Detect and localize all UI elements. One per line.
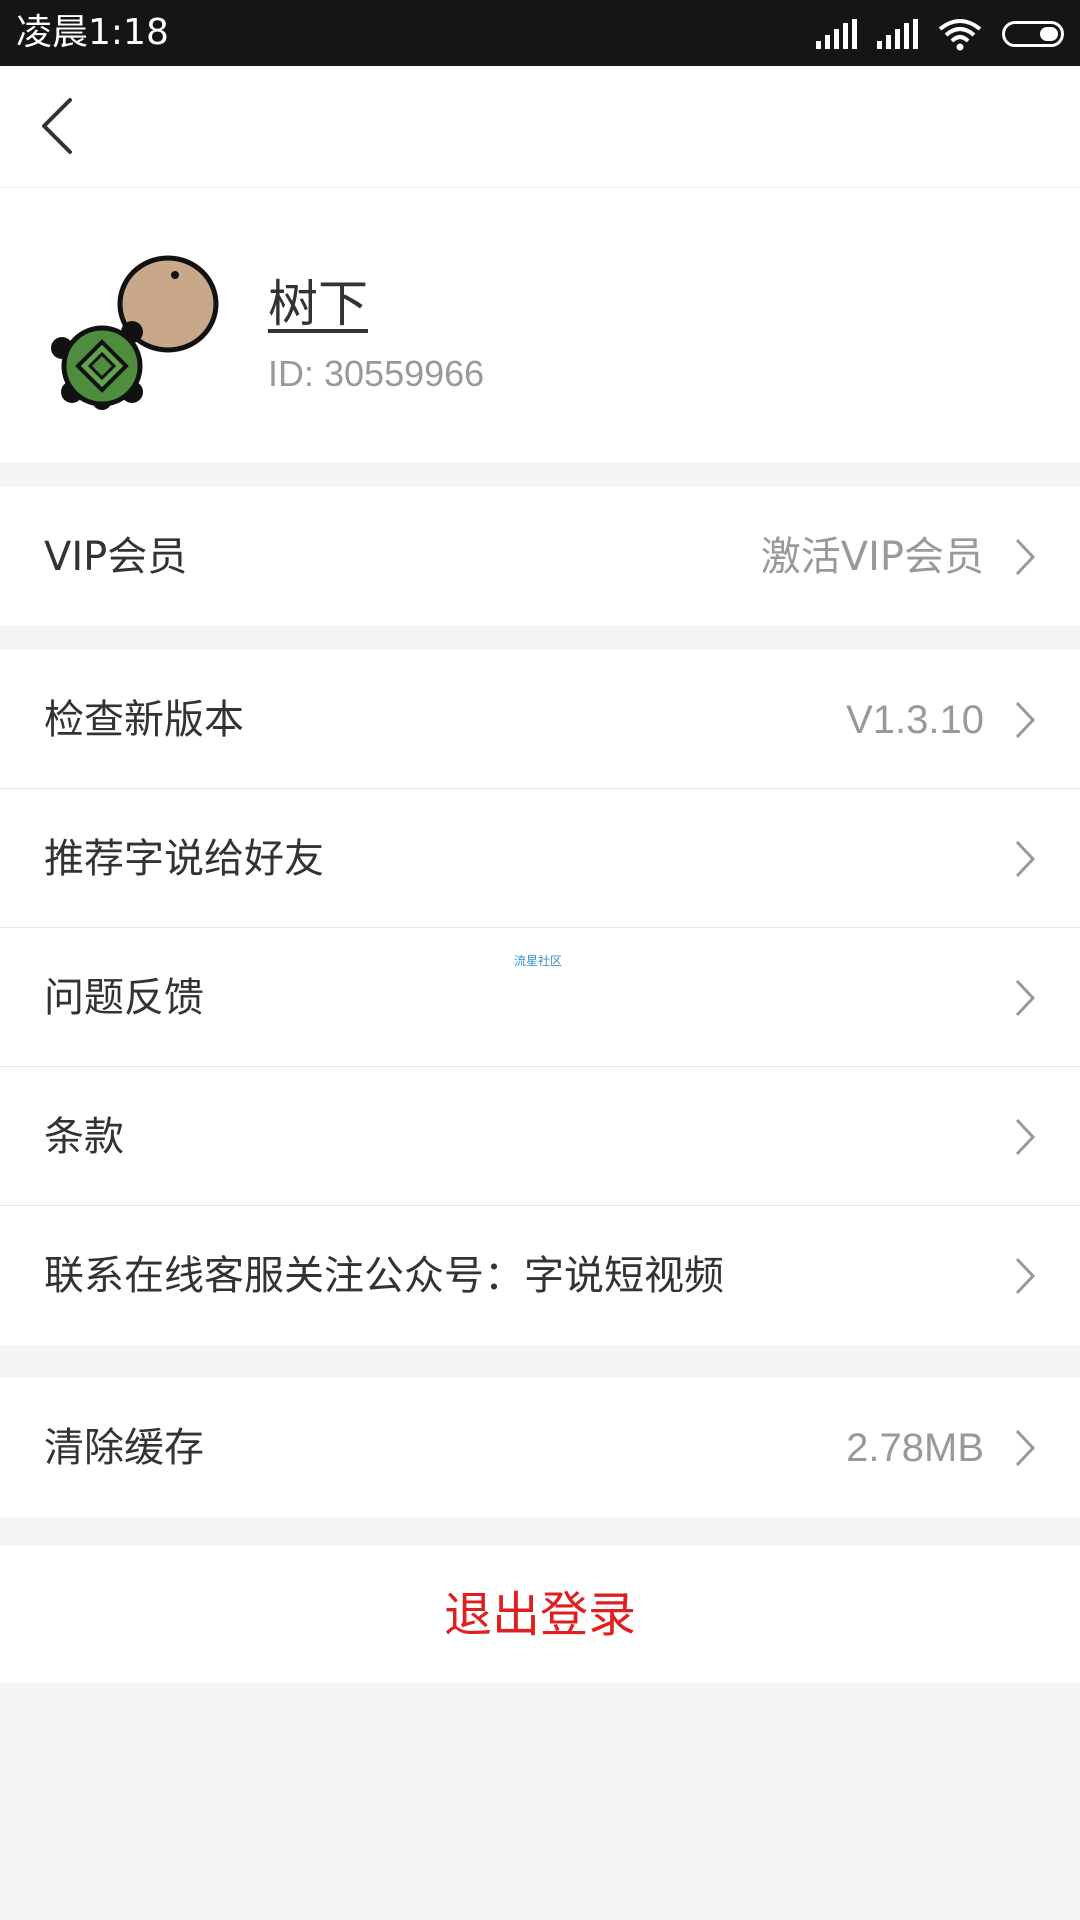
version-value: V1.3.10 [846,698,984,742]
watermark: 流星社区 [514,954,563,968]
recommend-row[interactable]: 推荐字说给好友 [0,789,1080,928]
cache-section: 清除缓存 2.78MB [0,1378,1080,1517]
nav-bar [0,66,1080,188]
vip-section: VIP会员 激活VIP会员 [0,487,1080,626]
status-icons [816,14,1064,54]
status-bar: 凌晨1:18 [0,0,1080,66]
chevron-right-icon [1015,701,1036,739]
vip-value: 激活VIP会员 [760,534,984,580]
battery-icon [1002,21,1064,47]
chevron-right-icon [1015,840,1036,878]
status-time: 凌晨1:18 [16,12,169,53]
chevron-right-icon [1015,979,1036,1017]
chevron-right-icon [1015,538,1036,576]
chevron-right-icon [1015,1257,1036,1295]
profile-card[interactable]: 树下 ID: 30559966 [0,188,1080,462]
signal-icon [877,19,918,49]
chevron-right-icon [1015,1429,1036,1467]
logout-button[interactable]: 退出登录 [0,1546,1080,1683]
clear-cache-row[interactable]: 清除缓存 2.78MB [0,1378,1080,1517]
wifi-icon [938,19,982,51]
contact-row[interactable]: 联系在线客服关注公众号：字说短视频 [0,1206,1080,1345]
turtle-avatar-icon [51,255,219,410]
recommend-label: 推荐字说给好友 [44,836,324,882]
vip-row[interactable]: VIP会员 激活VIP会员 [0,487,1080,626]
username[interactable]: 树下 [268,272,468,336]
user-id: ID: 30559966 [268,353,485,394]
feedback-label: 问题反馈 [44,975,204,1021]
cache-size-value: 2.78MB [846,1426,984,1470]
check-version-label: 检查新版本 [44,697,244,743]
terms-label: 条款 [44,1114,124,1160]
check-version-row[interactable]: 检查新版本 V1.3.10 [0,650,1080,789]
back-button[interactable] [28,90,88,162]
terms-row[interactable]: 条款 [0,1067,1080,1206]
contact-label: 联系在线客服关注公众号：字说短视频 [44,1253,724,1299]
chevron-right-icon [1015,1118,1036,1156]
feedback-row[interactable]: 问题反馈 [0,928,1080,1067]
logout-label: 退出登录 [443,1586,636,1643]
signal-icon [816,19,857,49]
vip-label: VIP会员 [44,534,188,580]
clear-cache-label: 清除缓存 [44,1425,204,1471]
settings-section: 检查新版本 V1.3.10 推荐字说给好友 问题反馈 条款 联系在线客服关注公众… [0,650,1080,1345]
